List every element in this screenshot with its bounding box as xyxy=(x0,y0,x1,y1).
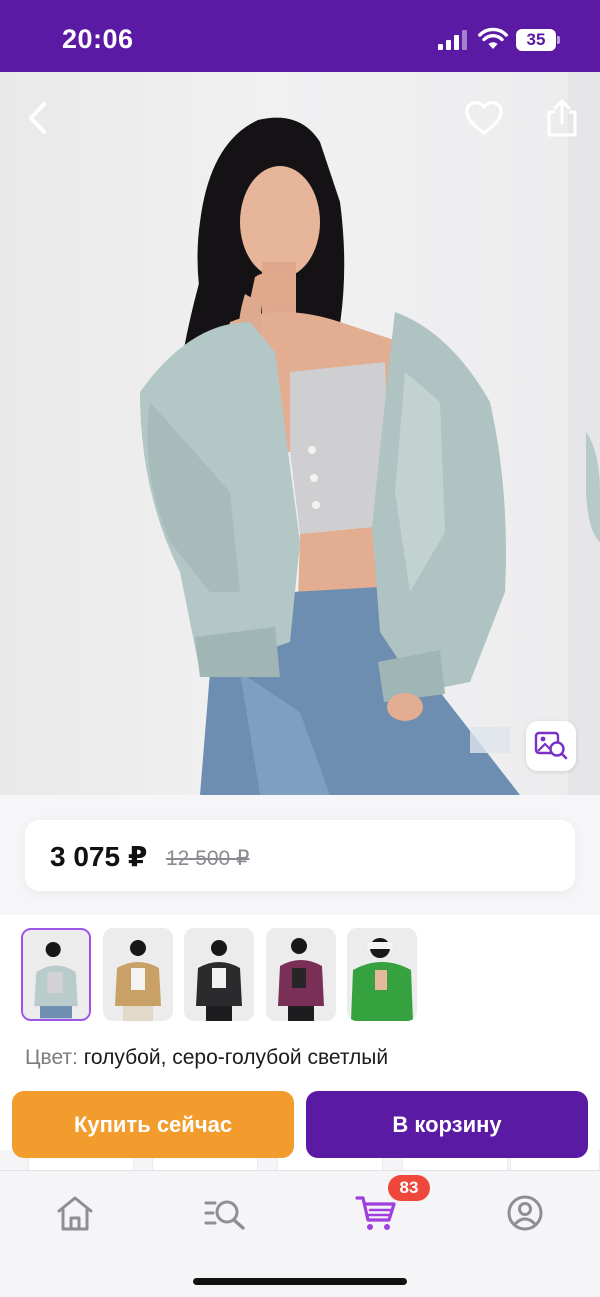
old-price: 12 500 ₽ xyxy=(166,847,250,870)
color-variant-thumb[interactable] xyxy=(184,928,254,1021)
price-section: 3 075 ₽ 12 500 ₽ xyxy=(0,795,600,915)
nav-profile[interactable] xyxy=(501,1189,549,1237)
color-label: Цвет: xyxy=(25,1046,78,1069)
signal-icon xyxy=(438,30,468,50)
share-icon xyxy=(547,99,577,137)
color-variant-thumb[interactable] xyxy=(266,928,336,1021)
color-variant-thumb[interactable] xyxy=(21,928,91,1021)
bottom-navigation: 83 xyxy=(0,1170,600,1297)
nav-catalog[interactable] xyxy=(201,1189,249,1237)
product-image-gallery[interactable] xyxy=(0,72,600,795)
wifi-icon xyxy=(478,27,508,49)
cart-icon xyxy=(355,1196,396,1230)
back-button[interactable] xyxy=(14,94,62,142)
catalog-search-icon xyxy=(204,1200,245,1230)
buy-now-button[interactable]: Купить сейчас xyxy=(12,1091,294,1158)
favorite-button[interactable] xyxy=(460,94,508,142)
color-value: голубой, серо-голубой светлый xyxy=(83,1046,389,1069)
color-variant-thumb[interactable] xyxy=(103,928,173,1021)
heart-icon xyxy=(465,100,503,135)
add-to-cart-button[interactable]: В корзину xyxy=(306,1091,588,1158)
color-variant-thumb[interactable] xyxy=(347,928,417,1021)
home-icon xyxy=(57,1196,93,1231)
color-variant-list xyxy=(21,928,581,1022)
product-photo xyxy=(140,72,600,795)
color-info: Цвет: голубой, серо-голубой светлый xyxy=(25,1046,388,1070)
price-card: 3 075 ₽ 12 500 ₽ xyxy=(25,820,575,891)
battery-level: 35 xyxy=(526,30,546,49)
current-price: 3 075 ₽ xyxy=(50,841,148,872)
profile-icon xyxy=(507,1195,543,1231)
share-button[interactable] xyxy=(538,94,586,142)
status-time: 20:06 xyxy=(62,24,134,54)
home-indicator xyxy=(193,1278,407,1285)
visual-search-button[interactable] xyxy=(526,721,576,771)
image-search-icon xyxy=(534,731,568,760)
status-bar: 20:06 35 xyxy=(0,0,600,72)
chevron-left-icon xyxy=(29,102,46,134)
battery-icon: 35 xyxy=(516,29,560,51)
cart-count-badge: 83 xyxy=(388,1175,430,1201)
nav-home[interactable] xyxy=(51,1189,99,1237)
